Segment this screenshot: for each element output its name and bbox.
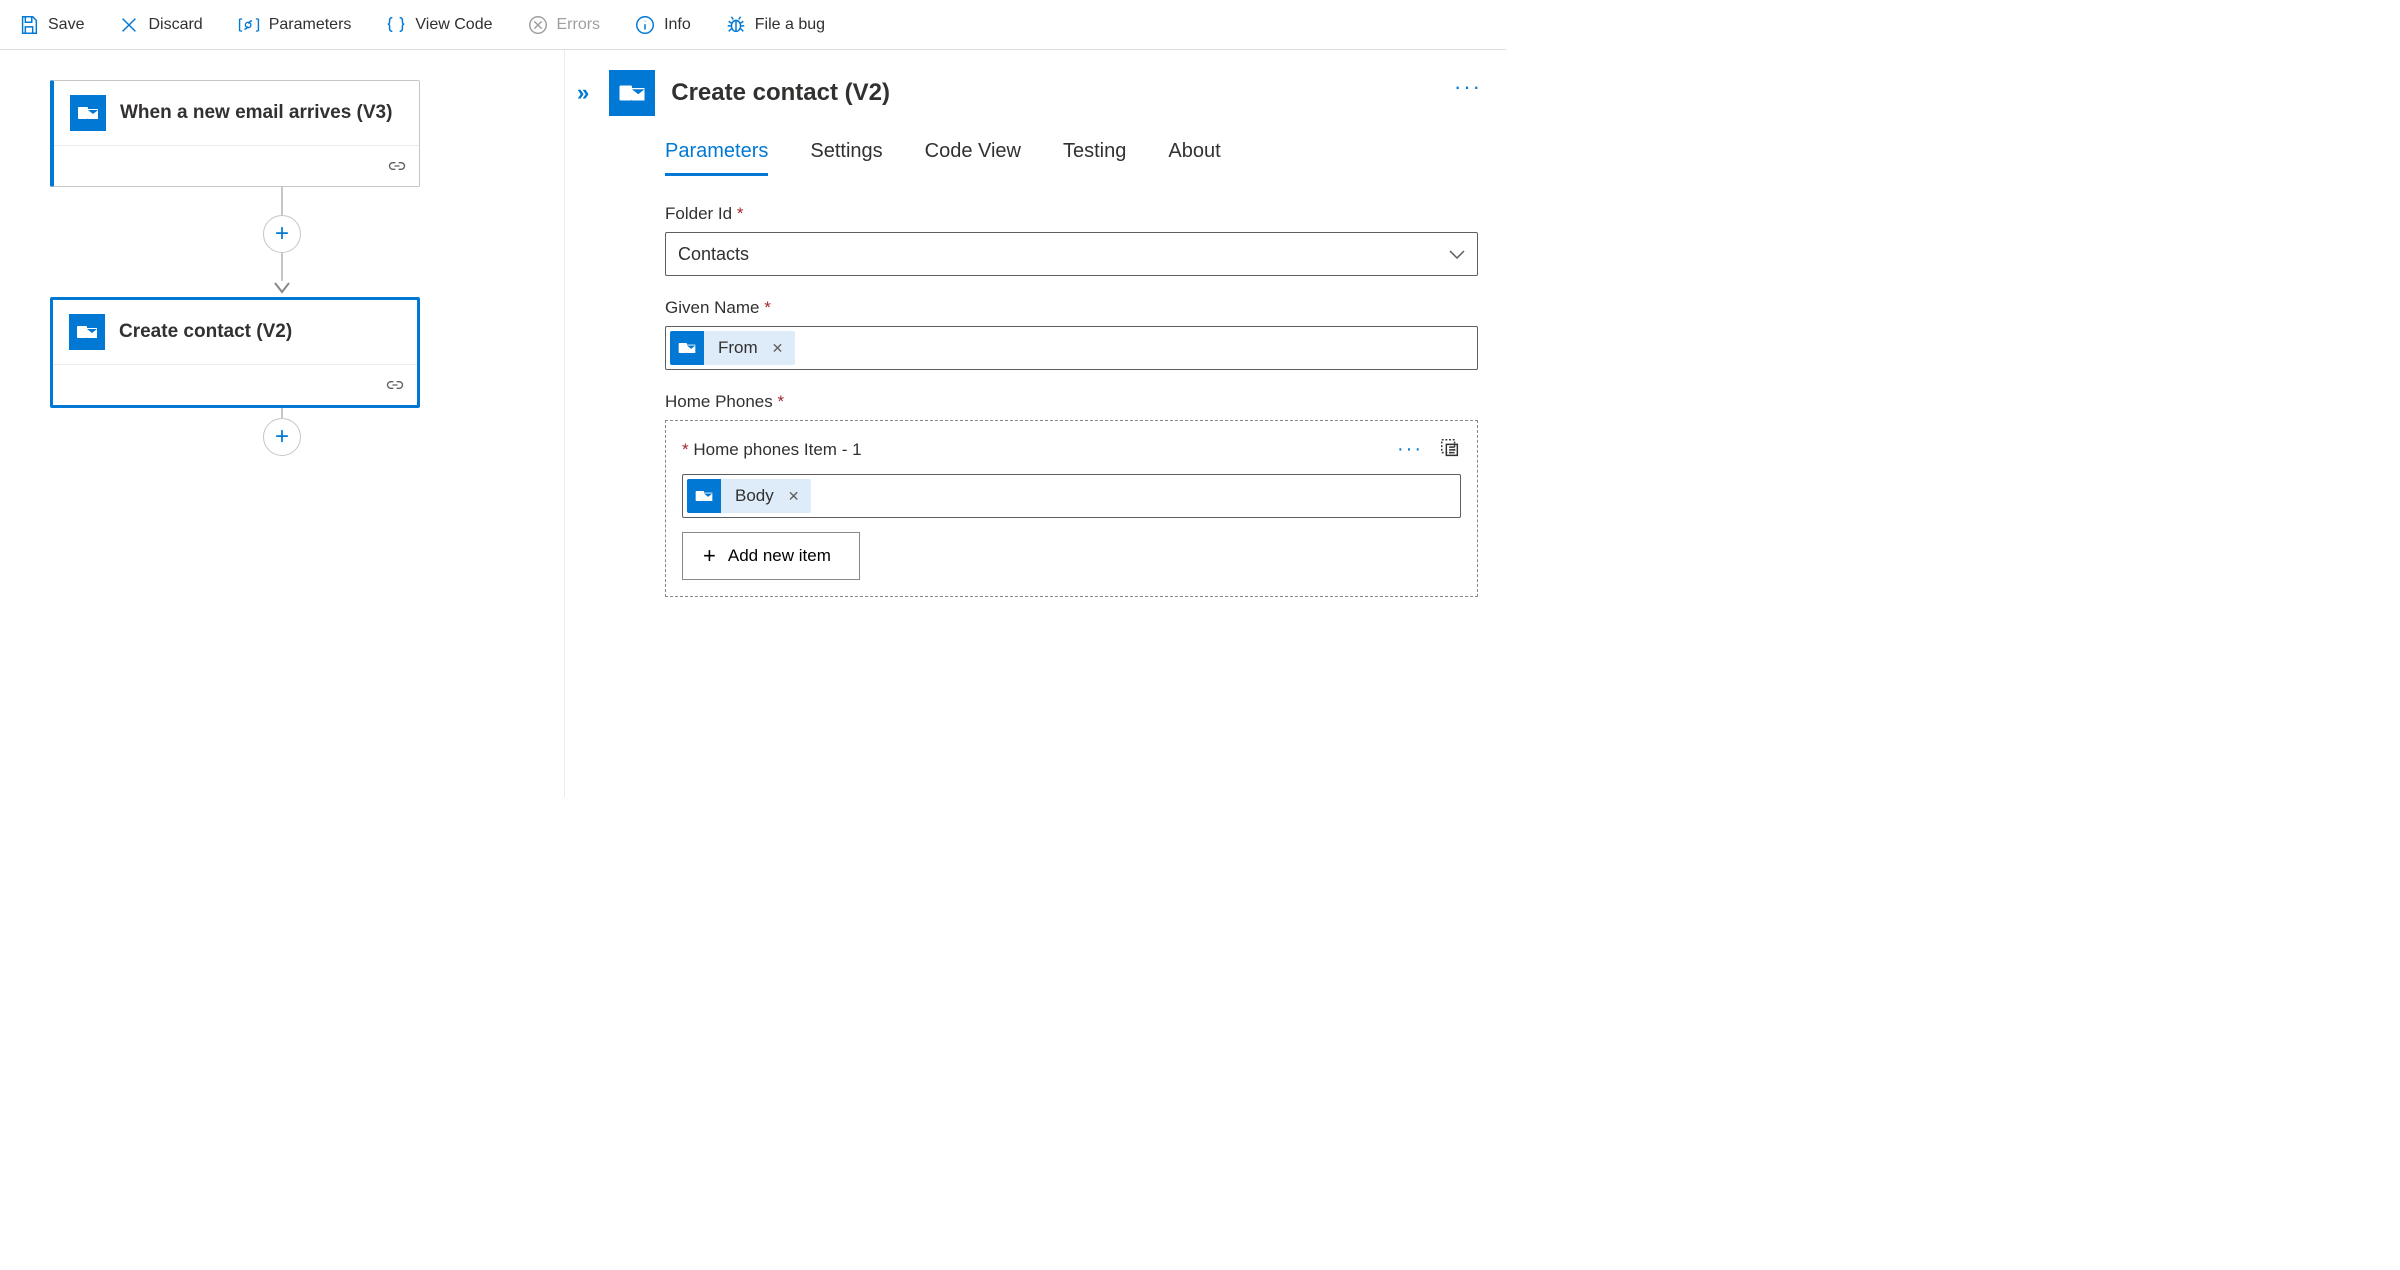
discard-button[interactable]: Discard	[110, 8, 210, 42]
add-step-button-2[interactable]: +	[263, 418, 301, 456]
trigger-card[interactable]: When a new email arrives (V3)	[50, 80, 420, 187]
given-name-label: Given Name *	[665, 298, 1478, 318]
home-phones-item-label: * Home phones Item - 1	[682, 440, 862, 460]
folder-id-label: Folder Id *	[665, 204, 1478, 224]
info-button[interactable]: Info	[626, 8, 699, 42]
parameters-form: Folder Id * Contacts Given Name * From ✕	[577, 204, 1478, 597]
panel-title: Create contact (V2)	[671, 79, 890, 107]
error-icon	[527, 14, 549, 36]
bug-icon	[725, 14, 747, 36]
toolbar: Save Discard Parameters View Code Errors…	[0, 0, 1506, 50]
add-new-item-button[interactable]: + Add new item	[682, 532, 860, 580]
designer-canvas: When a new email arrives (V3) + Create c…	[0, 50, 565, 797]
errors-button[interactable]: Errors	[519, 8, 609, 42]
link-icon	[387, 156, 407, 176]
token-body[interactable]: Body ✕	[687, 479, 811, 513]
x-icon	[118, 14, 140, 36]
action-card[interactable]: Create contact (V2)	[50, 297, 420, 408]
details-panel: » Create contact (V2) ··· Parameters Set…	[565, 50, 1506, 797]
save-button[interactable]: Save	[10, 8, 92, 42]
token-remove-icon[interactable]: ✕	[788, 488, 812, 505]
connector-2: +	[50, 408, 514, 456]
outlook-icon	[687, 479, 721, 513]
tab-parameters[interactable]: Parameters	[665, 140, 768, 176]
panel-tabs: Parameters Settings Code View Testing Ab…	[577, 140, 1478, 176]
outlook-icon	[609, 70, 655, 116]
item-more-icon[interactable]: ···	[1397, 438, 1423, 461]
panel-more-icon[interactable]: ···	[1454, 74, 1482, 100]
action-title: Create contact (V2)	[119, 319, 292, 345]
link-icon	[385, 375, 405, 395]
add-step-button-1[interactable]: +	[263, 215, 301, 253]
tab-about[interactable]: About	[1168, 140, 1220, 176]
folder-id-select[interactable]: Contacts	[665, 232, 1478, 276]
tab-testing[interactable]: Testing	[1063, 140, 1126, 176]
connector-1: +	[50, 187, 514, 297]
main-area: When a new email arrives (V3) + Create c…	[0, 50, 1506, 797]
tab-settings[interactable]: Settings	[810, 140, 882, 176]
view-code-button[interactable]: View Code	[377, 8, 500, 42]
save-icon	[18, 14, 40, 36]
trigger-title: When a new email arrives (V3)	[120, 100, 392, 126]
outlook-icon	[70, 95, 106, 131]
outlook-icon	[670, 331, 704, 365]
token-from[interactable]: From ✕	[670, 331, 795, 365]
braces-icon	[385, 14, 407, 36]
home-phones-label: Home Phones *	[665, 392, 1478, 412]
tab-code-view[interactable]: Code View	[925, 140, 1021, 176]
collapse-panel-icon[interactable]: »	[577, 80, 593, 106]
folder-id-value: Contacts	[678, 244, 749, 265]
chevron-down-icon	[1449, 244, 1465, 265]
file-bug-button[interactable]: File a bug	[717, 8, 833, 42]
parameters-icon	[237, 14, 261, 36]
info-icon	[634, 14, 656, 36]
plus-icon: +	[703, 543, 716, 569]
home-phones-array: * Home phones Item - 1 ··· Body	[665, 420, 1478, 597]
outlook-icon	[69, 314, 105, 350]
home-phones-item-input[interactable]: Body ✕	[682, 474, 1461, 518]
switch-mode-icon[interactable]	[1439, 437, 1461, 462]
arrowhead-icon	[274, 281, 290, 297]
token-remove-icon[interactable]: ✕	[772, 340, 796, 357]
parameters-button[interactable]: Parameters	[229, 8, 360, 42]
given-name-input[interactable]: From ✕	[665, 326, 1478, 370]
